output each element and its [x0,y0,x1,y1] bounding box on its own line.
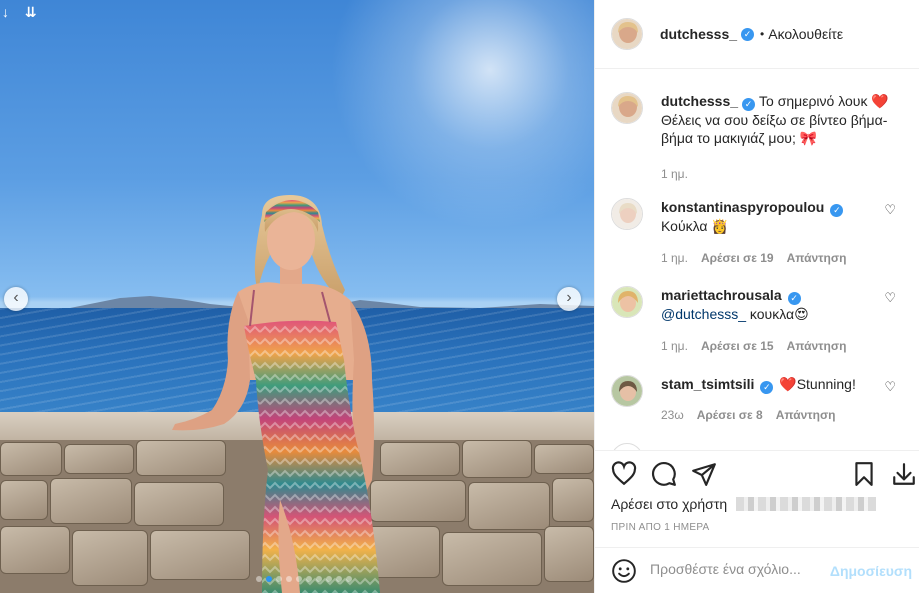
verified-badge-icon: ✓ [742,98,756,111]
add-comment-bar: Δημοσίευση [595,547,919,593]
header-username[interactable]: dutchesss_ [660,26,737,42]
download-icons[interactable]: ↓ ⇊ [2,4,43,21]
caption-username[interactable]: dutchesss_ [661,93,738,109]
reply-button[interactable]: Απάντηση [787,337,847,355]
carousel-next-button[interactable]: › [557,287,581,311]
post-dialog: ↓ ⇊ ‹ › dutchesss_ ✓ • Ακολουθείτε dutch… [0,0,919,593]
avatar[interactable] [611,92,643,124]
comment-username[interactable]: mariettachrousala [661,287,782,303]
post-actions: Αρέσει στο χρήστη ΠΡΙΝ ΑΠΟ 1 ΗΜΕΡΑ Δημοσ… [595,450,919,593]
comment-text: ❤️Stunning! [779,376,856,392]
download-icon[interactable] [891,461,917,487]
comment-username[interactable]: stam_tsimtsili [661,376,754,392]
comment-item: mariettachrousala ✓ @dutchesss_ κουκλα😍 1… [611,286,906,355]
heart-icon[interactable] [611,461,637,487]
post-comment-button[interactable]: Δημοσίευση [830,563,912,579]
avatar[interactable] [611,375,643,407]
post-photo[interactable]: ↓ ⇊ ‹ › [0,0,594,593]
comment-age[interactable]: 1 ημ. [661,337,688,355]
liked-by-blurred-user [736,497,876,511]
emoji-smile-icon[interactable] [611,558,637,584]
post-header: dutchesss_ ✓ • Ακολουθείτε [595,0,919,69]
avatar[interactable] [611,18,643,50]
avatar[interactable] [611,286,643,318]
carousel-dot [346,576,352,582]
comment-item: konstantinaspyropoulou ✓ Κούκλα 👸 1 ημ. Α… [611,198,906,267]
comment-heart-icon[interactable]: ♡ [884,202,896,218]
carousel-dot [256,576,262,582]
comment-heart-icon[interactable]: ♡ [884,290,896,306]
avatar[interactable] [611,443,643,450]
comment-likes[interactable]: Αρέσει σε 15 [701,337,774,355]
verified-badge-icon: ✓ [741,27,755,41]
comment-likes[interactable]: Αρέσει σε 19 [701,249,774,267]
comments-list: dutchesss_ ✓ Το σημερινό λουκ ❤️ Θέλεις να… [595,70,919,450]
reply-button[interactable]: Απάντηση [776,406,836,424]
carousel-indicator [256,576,352,582]
comment-age[interactable]: 23ω [661,406,684,424]
comment-age[interactable]: 1 ημ. [661,249,688,267]
carousel-dot [296,576,302,582]
separator-dot: • [760,27,765,41]
avatar[interactable] [611,198,643,230]
post-side-panel: dutchesss_ ✓ • Ακολουθείτε dutchesss_ ✓ Το… [594,0,919,593]
woman-figure [172,195,380,593]
verified-badge-icon: ✓ [830,204,844,217]
comment-text: κουκλα😍 [746,306,809,322]
carousel-dot [276,576,282,582]
comment-mention[interactable]: @dutchesss_ [661,306,746,322]
comment-heart-icon[interactable]: ♡ [884,379,896,395]
carousel-dot [306,576,312,582]
carousel-dot [326,576,332,582]
comment-input[interactable] [650,561,830,577]
liked-by-label[interactable]: Αρέσει στο χρήστη [611,496,727,512]
comment-text: Κούκλα 👸 [661,218,729,234]
action-icons [611,461,915,489]
caption: dutchesss_ ✓ Το σημερινό λουκ ❤️ Θέλεις να… [611,92,906,183]
share-icon[interactable] [691,461,717,487]
save-bookmark-icon[interactable] [851,461,877,487]
carousel-dot [286,576,292,582]
post-timestamp[interactable]: ΠΡΙΝ ΑΠΟ 1 ΗΜΕΡΑ [611,522,710,533]
verified-badge-icon: ✓ [760,381,774,394]
comment-likes[interactable]: Αρέσει σε 8 [697,406,763,424]
comment-username[interactable]: konstantinaspyropoulou [661,199,824,215]
carousel-prev-button[interactable]: ‹ [4,287,28,311]
carousel-dot [336,576,342,582]
comment-item: stam_tsimtsili ✓ ❤️Stunning! 23ω Αρέσει σ… [611,375,906,424]
carousel-dot [316,576,322,582]
reply-button[interactable]: Απάντηση [787,249,847,267]
comment-icon[interactable] [651,461,677,487]
following-button[interactable]: Ακολουθείτε [768,26,843,42]
caption-age[interactable]: 1 ημ. [661,165,688,183]
verified-badge-icon: ✓ [787,292,801,305]
carousel-dot [266,576,272,582]
